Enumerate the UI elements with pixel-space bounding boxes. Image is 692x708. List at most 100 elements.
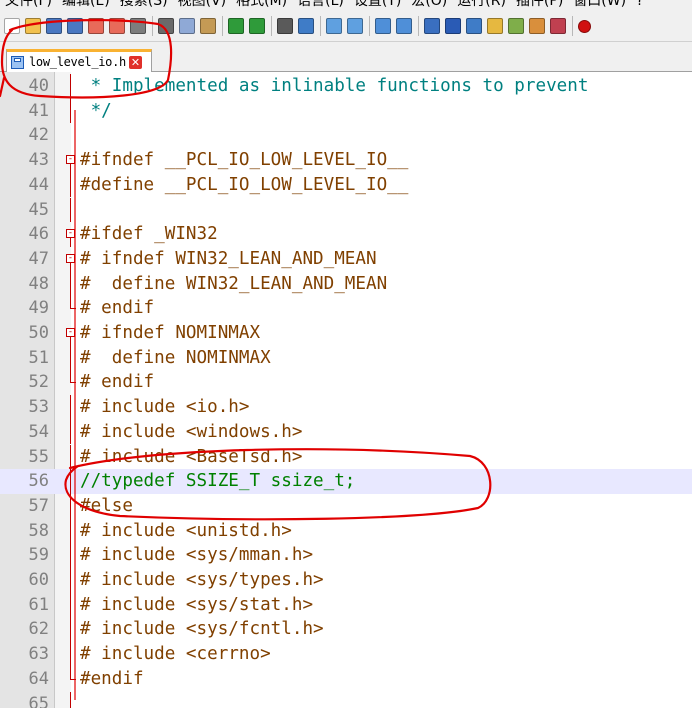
code-line[interactable]: 62 # include <sys/fcntl.h> <box>0 617 692 643</box>
code-line[interactable]: 46- #ifdef _WIN32 <box>0 222 692 248</box>
code-line[interactable]: 59 # include <sys/mman.h> <box>0 543 692 568</box>
line-number: 65 <box>28 693 49 708</box>
save-all-icon[interactable] <box>67 18 83 34</box>
line-number: 57 <box>28 495 49 516</box>
copy-icon[interactable] <box>179 18 195 34</box>
code-line[interactable]: 57 #else <box>0 493 692 519</box>
undo-icon[interactable] <box>228 18 244 34</box>
cut-icon[interactable] <box>158 18 174 34</box>
code-text: # include <cerrno> <box>80 644 271 665</box>
fold-marker <box>66 98 77 124</box>
code-line[interactable]: 55 # include <BaseTsd.h> <box>0 444 692 470</box>
code-editor[interactable]: 40 * Implemented as inlinable functions … <box>0 72 692 708</box>
record-macro-icon[interactable] <box>578 19 591 33</box>
open-file-icon[interactable] <box>25 18 41 34</box>
tab-strip: low_level_io.h ✕ <box>0 42 692 72</box>
code-line[interactable]: 54 # include <windows.h> <box>0 419 692 445</box>
line-number: 40 <box>28 76 49 96</box>
code-line[interactable]: 44 #define __PCL_IO_LOW_LEVEL_IO__ <box>0 172 692 198</box>
tab-low-level-io[interactable]: low_level_io.h ✕ <box>6 49 152 72</box>
toolbar-separator <box>320 16 321 36</box>
code-line[interactable]: 53 # include <io.h> <box>0 395 692 420</box>
toolbar-separator <box>418 16 419 36</box>
code-line[interactable]: 63 # include <cerrno> <box>0 642 692 667</box>
code-line[interactable]: 48 # define WIN32_LEAN_AND_MEAN <box>0 271 692 297</box>
code-text: # include <sys/mman.h> <box>80 545 314 566</box>
menu-item[interactable]: 宏(O) <box>406 0 452 11</box>
menu-item[interactable]: 编辑(E) <box>57 0 115 11</box>
code-line[interactable]: 42 <box>0 123 692 148</box>
function-list-icon[interactable] <box>508 18 524 34</box>
zoom-out-icon[interactable] <box>347 18 363 34</box>
redo-icon[interactable] <box>249 18 265 34</box>
word-wrap-icon[interactable] <box>424 18 440 34</box>
tab-label: low_level_io.h <box>29 55 126 69</box>
line-number: 53 <box>28 397 49 418</box>
code-text: # define NOMINMAX <box>80 347 271 368</box>
line-number: 55 <box>28 446 49 467</box>
menu-item[interactable]: 窗口(W) <box>568 0 631 11</box>
toolbar-separator <box>222 16 223 36</box>
code-line[interactable]: 52 # endif <box>0 370 692 395</box>
show-all-chars-icon[interactable] <box>445 18 461 34</box>
monitor-icon[interactable] <box>550 18 566 34</box>
doc-map-icon[interactable] <box>487 18 503 34</box>
indent-guide-icon[interactable] <box>466 18 482 34</box>
fold-toggle-icon[interactable]: - <box>66 321 77 346</box>
code-line[interactable]: 58 # include <unistd.h> <box>0 518 692 544</box>
fold-toggle-icon[interactable]: - <box>66 148 77 174</box>
code-text: //typedef SSIZE_T ssize_t; <box>80 471 356 492</box>
sync-vertical-icon[interactable] <box>375 18 391 34</box>
new-file-icon[interactable] <box>4 18 20 34</box>
sync-horizontal-icon[interactable] <box>396 18 412 34</box>
menu-item[interactable]: 设置(T) <box>349 0 406 11</box>
zoom-in-icon[interactable] <box>326 18 342 34</box>
paste-icon[interactable] <box>200 18 216 34</box>
code-line[interactable]: 64 #endif <box>0 666 692 692</box>
code-text: #ifndef __PCL_IO_LOW_LEVEL_IO__ <box>80 150 409 171</box>
line-number: 61 <box>28 594 49 615</box>
code-line[interactable]: 61 # include <sys/stat.h> <box>0 592 692 618</box>
fold-toggle-icon[interactable]: - <box>66 222 77 248</box>
toolbar-separator <box>572 16 573 36</box>
line-number: 60 <box>28 570 49 590</box>
folder-workspace-icon[interactable] <box>529 18 545 34</box>
menu-item[interactable]: ? <box>631 0 648 11</box>
code-text: #endif <box>80 668 144 689</box>
find-icon[interactable] <box>277 18 293 34</box>
menu-item[interactable]: 视图(V) <box>173 0 232 11</box>
replace-icon[interactable] <box>298 18 314 34</box>
code-line[interactable]: 47- # ifndef WIN32_LEAN_AND_MEAN <box>0 247 692 272</box>
code-line[interactable]: 49 # endif <box>0 296 692 321</box>
code-line[interactable]: 45 <box>0 197 692 223</box>
code-text: # include <sys/fcntl.h> <box>80 619 324 640</box>
code-line[interactable]: 60 # include <sys/types.h> <box>0 568 692 593</box>
close-tab-icon[interactable]: ✕ <box>128 55 142 69</box>
line-number: 44 <box>28 174 49 195</box>
toolbar-separator <box>271 16 272 36</box>
menu-item[interactable]: 格式(M) <box>231 0 292 11</box>
code-line[interactable]: 51 # define NOMINMAX <box>0 345 692 371</box>
code-line[interactable]: 40 * Implemented as inlinable functions … <box>0 74 692 99</box>
print-icon[interactable] <box>130 18 146 34</box>
menu-item[interactable]: 运行(R) <box>452 0 511 11</box>
close-all-icon[interactable] <box>109 18 125 34</box>
line-number: 48 <box>28 273 49 294</box>
code-text: # define WIN32_LEAN_AND_MEAN <box>80 273 388 294</box>
code-line[interactable]: 65 <box>0 691 692 708</box>
code-line[interactable]: 43- #ifndef __PCL_IO_LOW_LEVEL_IO__ <box>0 148 692 174</box>
code-text: */ <box>80 100 112 121</box>
code-line[interactable]: 56 //typedef SSIZE_T ssize_t; <box>0 469 692 494</box>
close-icon[interactable] <box>88 18 104 34</box>
line-number: 45 <box>28 199 49 220</box>
code-text: #else <box>80 495 133 516</box>
code-line[interactable]: 41 */ <box>0 98 692 124</box>
menu-item[interactable]: 文件(F) <box>0 0 57 11</box>
menu-item[interactable]: 语言(L) <box>292 0 349 11</box>
menu-item[interactable]: 搜索(S) <box>115 0 173 11</box>
save-icon[interactable] <box>46 18 62 34</box>
fold-toggle-icon[interactable]: - <box>66 247 77 272</box>
code-line[interactable]: 50- # ifndef NOMINMAX <box>0 321 692 346</box>
line-number: 59 <box>28 545 49 566</box>
menu-item[interactable]: 插件(P) <box>511 0 568 11</box>
